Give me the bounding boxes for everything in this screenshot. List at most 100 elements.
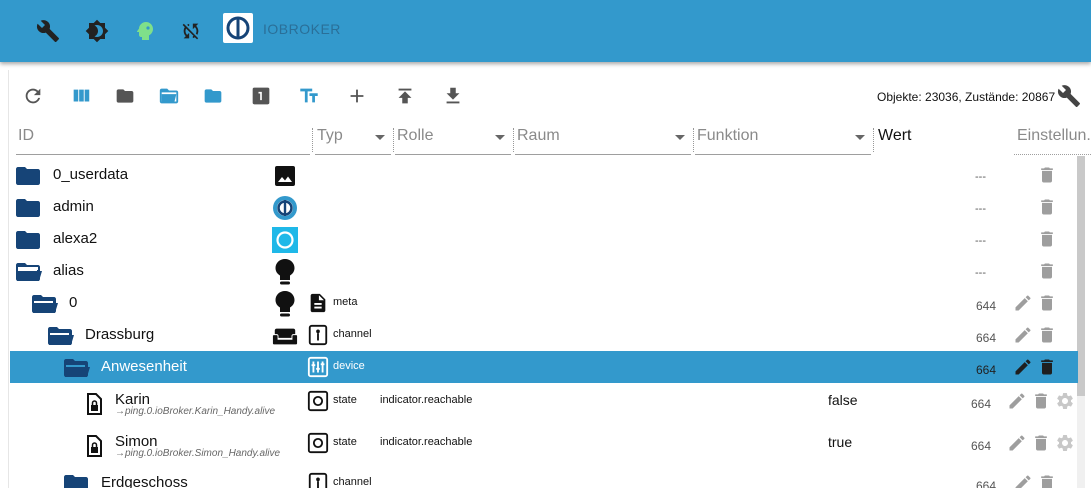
wrench-icon[interactable] [1056,83,1082,109]
chevron-down-icon [855,135,865,140]
delete-icon[interactable] [1037,229,1057,249]
channel-icon [308,472,328,488]
edit-icon[interactable] [1013,357,1033,377]
delete-icon[interactable] [1037,165,1057,185]
columns-icon[interactable] [69,84,93,108]
folder-closed-icon[interactable] [64,474,88,488]
folder-open-icon[interactable] [48,326,74,346]
chevron-down-icon [675,135,685,140]
upload-icon[interactable] [393,84,417,108]
tree-row-anwesenheit[interactable]: Anwesenheit device 664 [10,351,1078,383]
text-format-icon[interactable] [297,84,321,108]
tree-row-erdgeschoss[interactable]: Erdgeschoss channel 664 [10,467,1078,488]
row-name: 0_userdata [53,166,129,183]
row-type: meta [333,296,358,308]
row-role: indicator.reachable [380,436,473,448]
delete-icon[interactable] [1037,325,1057,345]
row-value[interactable]: false [828,392,858,408]
folder-closed-icon[interactable] [16,230,40,250]
iobroker-admin-icon [272,195,298,221]
row-name: 0 [69,294,78,311]
state-icon [307,390,329,412]
row-name: admin [53,198,94,215]
delete-icon[interactable] [1037,357,1057,377]
row-name: alexa2 [53,230,98,247]
brightness-icon[interactable] [83,17,111,45]
row-name: Anwesenheit [101,358,187,375]
tree-row-drassburg[interactable]: Drassburg channel 664 [10,319,1078,351]
tree-row-alias[interactable]: alias --- [10,255,1078,287]
edit-icon[interactable] [1013,293,1033,313]
delete-icon[interactable] [1037,261,1057,281]
delete-icon[interactable] [1037,473,1057,488]
sofa-icon [272,323,298,349]
row-acl: 644 [976,299,997,313]
edit-icon[interactable] [1013,325,1033,345]
row-alias: →ping.0.ioBroker.Karin_Handy.alive [115,406,276,417]
row-role: indicator.reachable [380,394,473,406]
row-name: Erdgeschoss [101,474,188,488]
alexa-icon [272,227,298,253]
id-header: ID [18,127,34,144]
type-filter-select[interactable]: Typ [315,124,391,155]
download-icon[interactable] [441,84,465,108]
plus-icon[interactable] [345,84,369,108]
edit-icon[interactable] [1013,473,1033,488]
sync-disabled-icon[interactable] [177,17,205,45]
lightbulb-icon [272,259,298,285]
wrench-icon[interactable] [34,17,62,45]
folder-closed-icon[interactable] [16,166,40,186]
id-filter-input[interactable]: ID [16,124,310,155]
device-icon [307,356,329,378]
role-header: Rolle [397,127,434,144]
folder-icon[interactable] [113,84,137,108]
row-acl: --- [975,203,986,215]
row-name: Drassburg [85,326,155,343]
tree-row-simon[interactable]: Simon →ping.0.ioBroker.Simon_Handy.alive… [10,427,1078,467]
meta-file-icon [310,293,326,313]
delete-icon[interactable] [1037,197,1057,217]
tree-row-0[interactable]: 0 meta 644 [10,287,1078,319]
row-value[interactable]: true [828,434,852,450]
app-title: IOBROKER [263,21,341,37]
delete-icon[interactable] [1037,293,1057,313]
edit-icon[interactable] [1007,433,1027,453]
gear-icon[interactable] [1055,391,1075,411]
expert-mode-icon[interactable] [131,17,159,45]
one-box-icon[interactable] [249,84,273,108]
room-filter-select[interactable]: Raum [515,124,691,155]
folder-open-icon[interactable] [32,294,58,314]
folder-icon[interactable] [201,84,225,108]
refresh-icon[interactable] [21,84,45,108]
value-header: Wert [878,127,912,144]
image-icon [272,163,298,189]
folder-open-icon[interactable] [16,262,42,282]
row-acl: 664 [976,331,997,345]
lightbulb-icon [272,291,298,317]
edit-icon[interactable] [1007,391,1027,411]
tree-row-0_userdata[interactable]: 0_userdata --- [10,159,1078,191]
chevron-down-icon [495,135,505,140]
row-name: alias [53,262,84,279]
row-type: channel [333,328,372,340]
scrollbar-thumb[interactable] [1077,156,1085,396]
folder-open-icon[interactable] [64,358,90,378]
row-acl: 664 [971,439,992,453]
folder-closed-icon[interactable] [16,198,40,218]
tree-row-karin[interactable]: Karin →ping.0.ioBroker.Karin_Handy.alive… [10,385,1078,425]
column-divider [873,128,875,152]
chevron-down-icon [375,135,385,140]
folder-open-icon[interactable] [157,84,181,108]
state-icon [307,432,329,454]
row-acl: 664 [976,363,997,377]
tree-row-admin[interactable]: admin --- [10,191,1078,223]
row-acl: --- [975,267,986,279]
gear-icon[interactable] [1055,433,1075,453]
role-filter-select[interactable]: Rolle [395,124,511,155]
function-filter-select[interactable]: Funktion [695,124,871,155]
row-acl: --- [975,235,986,247]
row-type: state [333,436,357,448]
delete-icon[interactable] [1031,433,1051,453]
delete-icon[interactable] [1031,391,1051,411]
tree-row-alexa2[interactable]: alexa2 --- [10,223,1078,255]
